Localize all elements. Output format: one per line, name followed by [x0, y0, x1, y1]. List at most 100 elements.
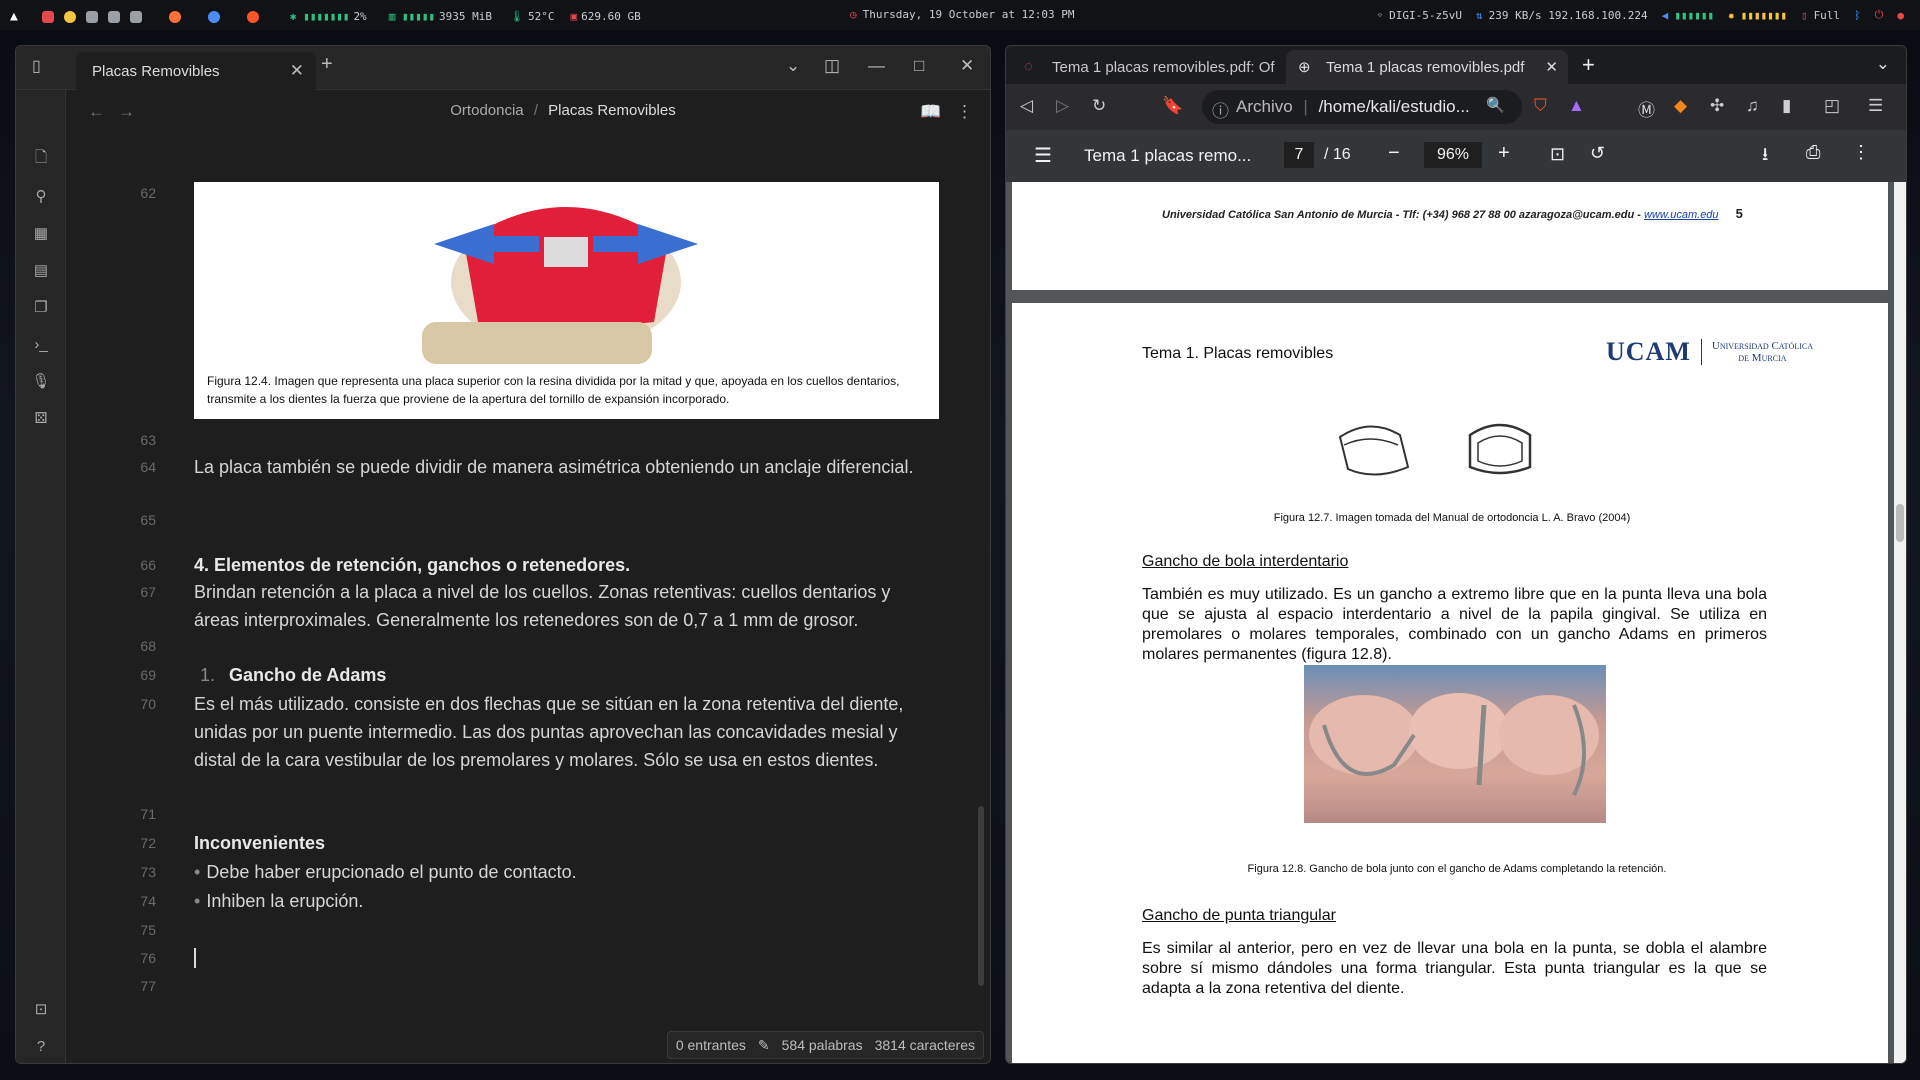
embedded-figure: Figura 12.4. Imagen que representa una p… — [194, 182, 939, 419]
tab-list-chevron-icon[interactable]: ⌄ — [1876, 54, 1890, 74]
ucam-logo-sub1: Universidad Católica — [1711, 340, 1814, 352]
pdf-viewer[interactable]: Universidad Católica San Antonio de Murc… — [1006, 182, 1906, 1063]
breadcrumb-current[interactable]: Placas Removibles — [548, 102, 676, 119]
browser-window: ◌ Tema 1 placas removibles.pdf: Of ⊕ Tem… — [1005, 45, 1907, 1064]
rotate-icon[interactable]: ↺ — [1590, 143, 1605, 164]
battery-icon: ▯ — [1800, 8, 1808, 22]
editor-content[interactable]: 62 Figura 12.4. Imagen que representa un… — [66, 138, 976, 1018]
brave-icon[interactable] — [246, 10, 259, 23]
templates-icon[interactable]: ❐ — [30, 296, 52, 318]
new-tab-icon[interactable]: + — [1582, 52, 1595, 78]
paragraph: Es el más utilizado. consiste en dos fle… — [194, 694, 904, 770]
breadcrumb-separator: / — [533, 102, 538, 119]
browser-tab-1-title: Tema 1 placas removibles.pdf: Of — [1052, 59, 1275, 76]
menu-icon[interactable]: ☰ — [1868, 96, 1883, 116]
rewards-icon[interactable]: ▲ — [1568, 96, 1585, 116]
brave-shield-icon[interactable]: ⛉ — [1534, 96, 1547, 116]
zoom-level[interactable]: 96% — [1424, 142, 1482, 168]
app-icon[interactable] — [107, 10, 120, 23]
pdf-menu-icon[interactable]: ☰ — [1034, 143, 1052, 168]
line-number: 75 — [140, 922, 156, 938]
memory-usage: 3935 MiB — [439, 10, 493, 23]
edit-pencil-icon[interactable]: ✎ — [758, 1037, 770, 1054]
close-tab-icon[interactable]: ✕ — [290, 61, 304, 81]
figure-12-8-image — [1304, 665, 1606, 823]
char-count: 3814 caracteres — [874, 1037, 975, 1053]
browser-tab-1[interactable]: ◌ Tema 1 placas removibles.pdf: Of — [1012, 50, 1284, 84]
pdf-page: Tema 1. Placas removibles UCAM Universid… — [1012, 303, 1888, 1063]
random-note-icon[interactable]: ⚄ — [30, 407, 52, 429]
tab-placas-removibles[interactable]: Placas Removibles ✕ — [76, 52, 316, 90]
footer-link[interactable]: www.ucam.edu — [1644, 209, 1719, 221]
pdf-more-icon[interactable]: ⋮ — [1852, 142, 1870, 163]
obsidian-tab-bar: ▯ Placas Removibles ✕ + ⌄ ◫ — □ ✕ — [16, 46, 990, 90]
brightness-icon[interactable]: ✹ — [1728, 9, 1735, 22]
zoom-out-icon[interactable]: − — [1388, 142, 1400, 165]
page-number-input[interactable]: 7 — [1284, 142, 1314, 168]
calendar-icon[interactable]: ▤ — [30, 259, 52, 281]
footer-page-number: 5 — [1735, 206, 1743, 221]
editor-scrollbar[interactable] — [978, 806, 984, 986]
zoom-icon[interactable]: 🔍 — [1486, 96, 1505, 114]
app-icon[interactable] — [63, 10, 76, 23]
close-window-icon[interactable]: ✕ — [960, 56, 974, 76]
fit-page-icon[interactable]: ⊡ — [1550, 144, 1565, 165]
more-options-icon[interactable]: ⋮ — [956, 102, 973, 122]
extensions-puzzle-icon[interactable]: ✣ — [1710, 96, 1724, 116]
vault-icon[interactable]: ⊡ — [30, 998, 52, 1020]
microphone-icon[interactable]: 🎙 — [30, 370, 52, 392]
breadcrumb-parent[interactable]: Ortodoncia — [450, 102, 523, 119]
browser-tab-2[interactable]: ⊕ Tema 1 placas removibles.pdf ✕ — [1286, 50, 1568, 84]
backlinks-count[interactable]: 0 entrantes — [676, 1037, 746, 1053]
split-view-icon[interactable]: ◫ — [824, 56, 840, 76]
help-icon[interactable]: ? — [30, 1035, 52, 1057]
status-bar: 0 entrantes ✎ 584 palabras 3814 caracter… — [666, 1031, 984, 1059]
battery-status: Full — [1813, 8, 1841, 22]
back-icon[interactable]: ◁ — [1020, 96, 1033, 116]
sidebar-icon[interactable]: ▮ — [1782, 96, 1791, 116]
wallet-icon[interactable]: ◰ — [1824, 96, 1840, 116]
close-tab-icon[interactable]: ✕ — [1545, 58, 1558, 76]
canvas-icon[interactable]: ▦ — [30, 222, 52, 244]
firefox-icon[interactable] — [168, 10, 181, 23]
maximize-icon[interactable]: □ — [914, 56, 924, 76]
metamask-icon[interactable]: ◆ — [1674, 96, 1687, 116]
ucam-logo-sub2: de Murcia — [1738, 352, 1787, 364]
zoom-in-icon[interactable]: + — [1498, 142, 1510, 165]
media-icon[interactable]: ♫ — [1746, 96, 1759, 116]
app-icon[interactable] — [129, 10, 142, 23]
print-icon[interactable]: ⎙ — [1806, 142, 1820, 163]
datetime[interactable]: Thursday, 19 October at 12:03 PM — [863, 8, 1075, 21]
bullet-icon: • — [194, 862, 201, 882]
new-note-icon[interactable]: 🗋 — [30, 148, 52, 170]
network-icon: ⇅ — [1476, 8, 1483, 22]
clasp-drawing — [1338, 423, 1532, 476]
forward-icon[interactable]: ▷ — [1056, 96, 1069, 116]
pdf-scrollbar[interactable] — [1894, 182, 1906, 1063]
section-heading-punta: Gancho de punta triangular — [1142, 907, 1336, 924]
volume-icon[interactable]: ◀ — [1662, 9, 1669, 22]
app-icon[interactable] — [41, 10, 54, 23]
address-bar[interactable]: ⓘ Archivo | /home/kali/estudio... — [1202, 90, 1522, 124]
reload-icon[interactable]: ↻ — [1092, 96, 1106, 116]
notification-icon[interactable]: ● — [1897, 9, 1904, 22]
chrome-icon[interactable] — [207, 10, 220, 23]
extension-m-icon[interactable]: Ⓜ — [1638, 96, 1655, 121]
download-icon[interactable]: ⭳ — [1762, 142, 1768, 172]
pdf-scroll-thumb[interactable] — [1896, 504, 1904, 542]
minimize-icon[interactable]: — — [868, 56, 885, 76]
sidebar-toggle-icon[interactable]: ▯ — [32, 56, 41, 76]
new-tab-icon[interactable]: + — [321, 53, 333, 76]
reading-view-icon[interactable]: 📖 — [920, 102, 941, 122]
bullet-icon: • — [194, 891, 201, 911]
bookmark-icon[interactable]: 🔖 — [1162, 96, 1183, 116]
graph-view-icon[interactable]: ⚲ — [30, 185, 52, 207]
terminal-icon[interactable]: ›_ — [30, 333, 52, 355]
power-icon[interactable]: ⏻ — [1875, 8, 1884, 22]
line-number: 74 — [140, 893, 156, 909]
app-icon[interactable] — [85, 10, 98, 23]
bluetooth-icon[interactable]: ᛒ — [1854, 9, 1861, 22]
kali-logo-icon[interactable]: ▲ — [10, 9, 18, 24]
line-number: 63 — [140, 432, 156, 448]
chevron-down-icon[interactable]: ⌄ — [786, 56, 800, 76]
